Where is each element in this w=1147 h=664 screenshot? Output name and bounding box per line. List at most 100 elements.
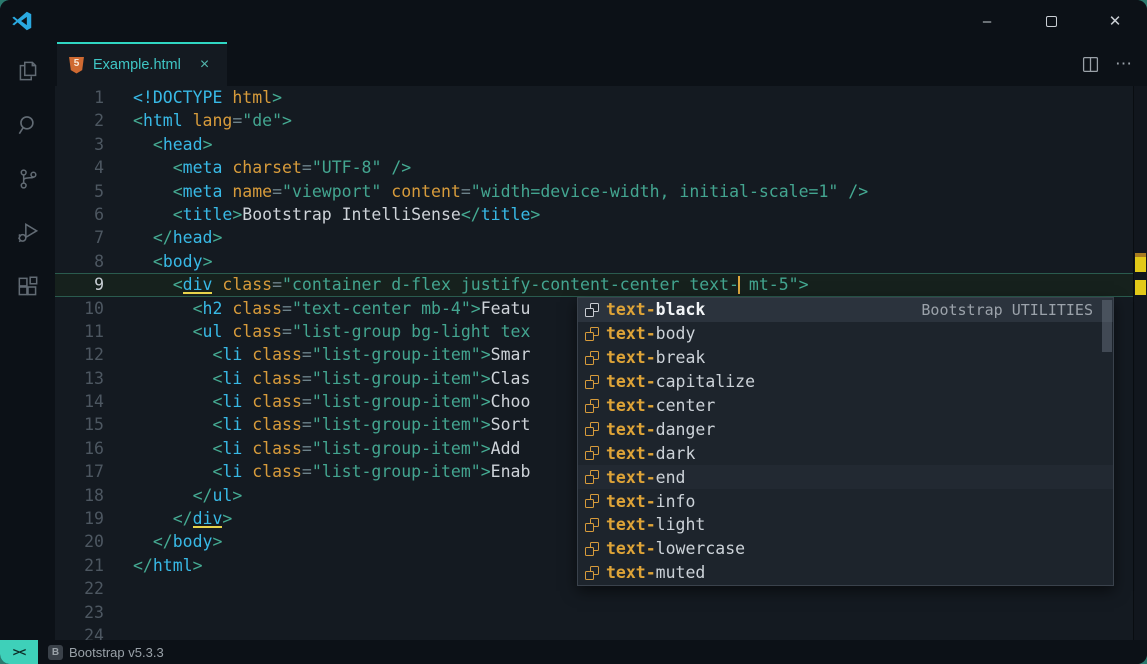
symbol-class-icon — [584, 541, 600, 557]
editor[interactable]: 1<!DOCTYPE html>2<html lang="de">3 <head… — [55, 86, 1147, 640]
suggest-match-text: text- — [606, 515, 656, 534]
code-text: <li class="list-group-item">Smar — [104, 343, 530, 366]
suggest-item-text-lowercase[interactable]: text-lowercase — [578, 537, 1113, 561]
minimize-icon: – — [983, 13, 991, 30]
line-number: 15 — [55, 413, 104, 436]
symbol-class-icon — [584, 398, 600, 414]
code-text: <title>Bootstrap IntelliSense</title> — [104, 203, 540, 226]
close-icon: ✕ — [1109, 12, 1122, 30]
suggest-item-text-end[interactable]: text-end — [578, 465, 1113, 489]
code-line-24[interactable]: 24 — [55, 624, 1147, 640]
line-number: 4 — [55, 156, 104, 179]
line-number: 24 — [55, 624, 104, 640]
code-text: </body> — [104, 530, 222, 553]
code-line-4[interactable]: 4 <meta charset="UTF-8" /> — [55, 156, 1147, 179]
suggest-rest-text: lowercase — [656, 539, 745, 558]
tab-bar-actions: ⋯ — [1082, 42, 1133, 86]
line-number: 10 — [55, 297, 104, 320]
suggest-rest-text: end — [656, 468, 686, 487]
warning-marker-1 — [1135, 257, 1146, 272]
line-number: 1 — [55, 86, 104, 109]
code-text: <li class="list-group-item">Sort — [104, 413, 530, 436]
minimize-button[interactable]: – — [955, 0, 1019, 42]
line-number: 23 — [55, 601, 104, 624]
explorer-icon[interactable] — [13, 56, 43, 86]
code-text: <meta name="viewport" content="width=dev… — [104, 180, 868, 203]
statusbar-extension-item[interactable]: B Bootstrap v5.3.3 — [48, 645, 164, 660]
suggest-item-text-capitalize[interactable]: text-capitalize — [578, 370, 1113, 394]
vscode-window: – ✕ — [0, 0, 1147, 664]
bootstrap-icon: B — [48, 645, 63, 660]
code-text: <!DOCTYPE html> — [104, 86, 282, 109]
code-line-6[interactable]: 6 <title>Bootstrap IntelliSense</title> — [55, 203, 1147, 226]
code-text: <h2 class="text-center mb-4">Featu — [104, 297, 530, 320]
line-number: 9 — [55, 273, 104, 296]
code-line-23[interactable]: 23 — [55, 601, 1147, 624]
maximize-button[interactable] — [1019, 0, 1083, 42]
suggest-item-text-muted[interactable]: text-muted — [578, 561, 1113, 585]
suggest-rest-text: center — [656, 396, 716, 415]
code-text: <li class="list-group-item">Clas — [104, 367, 530, 390]
extension-version-label: Bootstrap v5.3.3 — [69, 645, 164, 660]
code-text: </div> — [104, 507, 232, 530]
suggest-item-text-break[interactable]: text-break — [578, 346, 1113, 370]
suggest-rest-text: muted — [656, 563, 706, 582]
code-text: <head> — [104, 133, 213, 156]
search-icon[interactable] — [13, 110, 43, 140]
intellisense-suggest-widget: text-blackBootstrap UTILITIEStext-bodyte… — [577, 297, 1114, 586]
suggest-item-text-light[interactable]: text-light — [578, 513, 1113, 537]
code-line-3[interactable]: 3 <head> — [55, 133, 1147, 156]
suggest-match-text: text- — [606, 300, 656, 319]
close-button[interactable]: ✕ — [1083, 0, 1147, 42]
code-text: <li class="list-group-item">Enab — [104, 460, 530, 483]
suggest-item-text-center[interactable]: text-center — [578, 394, 1113, 418]
symbol-class-icon — [584, 517, 600, 533]
line-number: 17 — [55, 460, 104, 483]
code-line-2[interactable]: 2<html lang="de"> — [55, 109, 1147, 132]
title-bar: – ✕ — [0, 0, 1147, 42]
suggest-match-text: text- — [606, 563, 656, 582]
suggest-rest-text: danger — [656, 420, 716, 439]
source-control-icon[interactable] — [13, 164, 43, 194]
suggest-scrollbar[interactable] — [1102, 300, 1112, 352]
remote-icon: >< — [13, 645, 25, 659]
suggest-match-text: text- — [606, 324, 656, 343]
code-line-1[interactable]: 1<!DOCTYPE html> — [55, 86, 1147, 109]
remote-indicator[interactable]: >< — [0, 640, 38, 664]
suggest-match-text: text- — [606, 372, 656, 391]
code-text: <li class="list-group-item">Add — [104, 437, 520, 460]
run-debug-icon[interactable] — [13, 218, 43, 248]
split-editor-icon[interactable] — [1082, 56, 1099, 73]
status-bar: >< B Bootstrap v5.3.3 — [0, 640, 1147, 664]
maximize-icon — [1046, 16, 1057, 27]
code-text: <li class="list-group-item">Choo — [104, 390, 530, 413]
tab-example-html[interactable]: 5 Example.html × — [57, 42, 227, 86]
code-line-8[interactable]: 8 <body> — [55, 250, 1147, 273]
tab-close-icon[interactable]: × — [200, 56, 209, 74]
line-number: 8 — [55, 250, 104, 273]
code-line-9[interactable]: 9 <div class="container d-flex justify-c… — [55, 273, 1147, 296]
code-text — [104, 577, 133, 600]
suggest-match-text: text- — [606, 348, 656, 367]
code-text: <body> — [104, 250, 213, 273]
suggest-item-text-body[interactable]: text-body — [578, 322, 1113, 346]
suggest-item-text-black[interactable]: text-blackBootstrap UTILITIES — [578, 298, 1113, 322]
code-line-5[interactable]: 5 <meta name="viewport" content="width=d… — [55, 180, 1147, 203]
line-number: 22 — [55, 577, 104, 600]
symbol-class-icon — [584, 374, 600, 390]
suggest-item-text-info[interactable]: text-info — [578, 489, 1113, 513]
symbol-class-icon — [584, 445, 600, 461]
suggest-match-text: text- — [606, 420, 656, 439]
suggest-item-text-danger[interactable]: text-danger — [578, 417, 1113, 441]
suggest-match-text: text- — [606, 444, 656, 463]
code-text — [104, 624, 133, 640]
overview-ruler[interactable] — [1133, 86, 1147, 640]
code-text: <div class="container d-flex justify-con… — [104, 273, 809, 296]
extensions-icon[interactable] — [13, 272, 43, 302]
suggest-item-text-dark[interactable]: text-dark — [578, 441, 1113, 465]
code-line-7[interactable]: 7 </head> — [55, 226, 1147, 249]
suggest-detail-label: Bootstrap UTILITIES — [921, 301, 1107, 319]
suggest-rest-text: info — [656, 492, 696, 511]
more-actions-icon[interactable]: ⋯ — [1115, 54, 1133, 74]
tab-label: Example.html — [93, 57, 181, 73]
